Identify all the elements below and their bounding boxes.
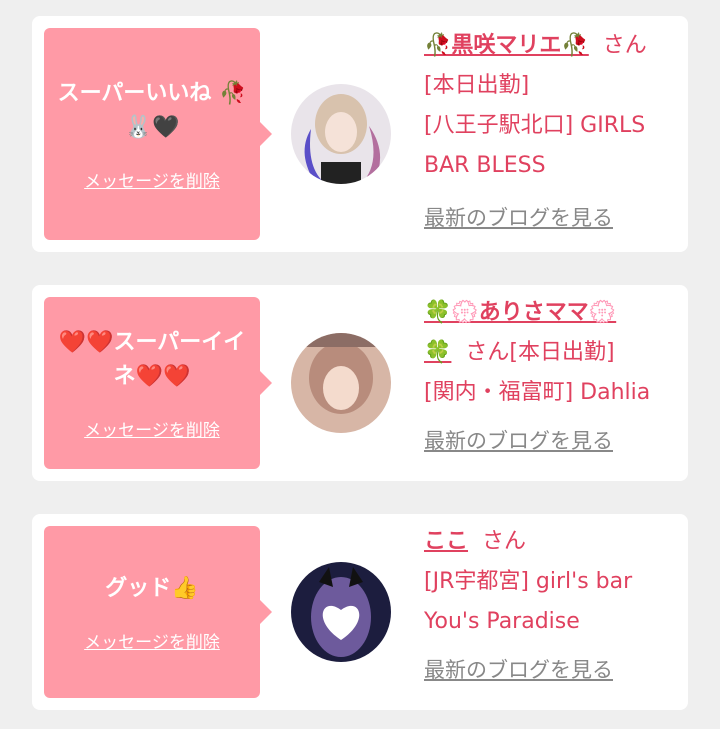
girl-status: さん: [482, 529, 527, 554]
delete-message-link[interactable]: メッセージを削除: [84, 167, 220, 192]
avatar[interactable]: [291, 84, 391, 184]
girl-name-link[interactable]: 🥀黒咲マリエ🥀: [424, 33, 589, 58]
shop-name: [関内・福富町] Dahlia: [424, 380, 651, 405]
message-bubble: グッド👍 メッセージを削除: [44, 526, 272, 698]
girl-status: さん[本日出勤]: [465, 340, 615, 365]
message-text: スーパーいいね 🥀🐰🖤: [57, 80, 247, 140]
message-text: ❤️❤️スーパーイイネ❤️❤️: [58, 329, 246, 389]
avatar[interactable]: [291, 562, 391, 662]
girl-info: ここ さん [JR宇都宮] girl's bar You's Paradise …: [424, 522, 672, 691]
girl-name-link[interactable]: ここ: [424, 529, 468, 554]
message-text: グッド👍: [105, 575, 199, 601]
girl-info: 🍀💮ありさママ💮🍀 さん[本日出勤] [関内・福富町] Dahlia 最新のブロ…: [424, 293, 672, 462]
message-bubble: ❤️❤️スーパーイイネ❤️❤️ メッセージを削除: [44, 297, 272, 469]
latest-blog-link[interactable]: 最新のブログを見る: [424, 658, 613, 682]
shop-name: [JR宇都宮] girl's bar You's Paradise: [424, 569, 633, 634]
girl-card: ❤️❤️スーパーイイネ❤️❤️ メッセージを削除 🍀💮ありさママ💮🍀 さん[本日…: [32, 285, 688, 481]
latest-blog-link[interactable]: 最新のブログを見る: [424, 429, 613, 453]
girl-card: スーパーいいね 🥀🐰🖤 メッセージを削除 🥀黒咲マリエ🥀 さん[本日出勤] [八…: [32, 16, 688, 252]
message-bubble: スーパーいいね 🥀🐰🖤 メッセージを削除: [44, 28, 272, 240]
shop-name: [八王子駅北口] GIRLS BAR BLESS: [424, 113, 646, 178]
girl-info: 🥀黒咲マリエ🥀 さん[本日出勤] [八王子駅北口] GIRLS BAR BLES…: [424, 26, 672, 239]
girl-card: グッド👍 メッセージを削除 ここ さん [JR宇都宮] girl's bar Y…: [32, 514, 688, 710]
delete-message-link[interactable]: メッセージを削除: [84, 416, 220, 441]
latest-blog-link[interactable]: 最新のブログを見る: [424, 206, 613, 230]
avatar[interactable]: [291, 333, 391, 433]
delete-message-link[interactable]: メッセージを削除: [84, 628, 220, 653]
